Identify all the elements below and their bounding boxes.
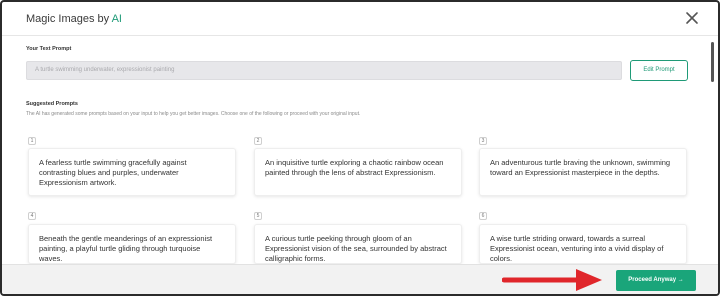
text-prompt-label: Your Text Prompt xyxy=(26,46,72,52)
suggested-prompt-card-6[interactable]: A wise turtle striding onward, towards a… xyxy=(479,224,687,264)
suggested-prompts-description: The AI has generated some prompts based … xyxy=(26,111,361,117)
modal-header: Magic Images by AI xyxy=(2,2,718,36)
scrollbar-thumb[interactable] xyxy=(711,42,714,82)
suggested-prompt-card-2[interactable]: An inquisitive turtle exploring a chaoti… xyxy=(254,148,462,196)
text-prompt-field[interactable]: A turtle swimming underwater, expression… xyxy=(26,61,622,80)
prompt-number-6: 6 xyxy=(479,212,487,220)
prompt-number-4: 4 xyxy=(28,212,36,220)
suggested-prompt-card-3[interactable]: An adventurous turtle braving the unknow… xyxy=(479,148,687,196)
red-arrow-icon xyxy=(502,269,602,291)
suggested-prompt-card-1[interactable]: A fearless turtle swimming gracefully ag… xyxy=(28,148,236,196)
edit-prompt-button[interactable]: Edit Prompt xyxy=(630,60,688,81)
modal-footer xyxy=(2,264,718,294)
prompt-number-3: 3 xyxy=(479,137,487,145)
proceed-anyway-button[interactable]: Proceed Anyway → xyxy=(616,270,696,291)
suggested-prompt-card-5[interactable]: A curious turtle peeking through gloom o… xyxy=(254,224,462,264)
magic-images-modal: Magic Images by AI Your Text Prompt A tu… xyxy=(0,0,720,296)
suggested-prompts-heading: Suggested Prompts xyxy=(26,101,78,107)
modal-title-text: Magic Images by xyxy=(26,13,112,25)
close-icon[interactable] xyxy=(684,10,700,26)
modal-title-accent: AI xyxy=(111,13,122,25)
modal-title: Magic Images by AI xyxy=(26,13,122,25)
prompt-number-1: 1 xyxy=(28,137,36,145)
prompt-number-5: 5 xyxy=(254,212,262,220)
suggested-prompt-card-4[interactable]: Beneath the gentle meanderings of an exp… xyxy=(28,224,236,264)
prompt-number-2: 2 xyxy=(254,137,262,145)
